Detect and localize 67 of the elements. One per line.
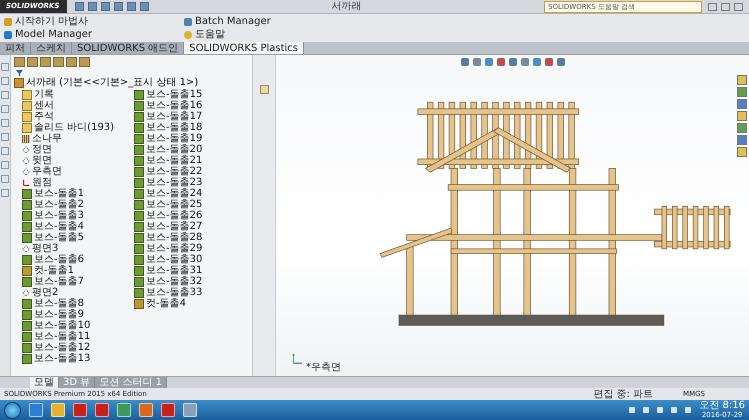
tree-item[interactable]: 보스-돌출2 (22, 199, 134, 210)
tree-item[interactable]: 센서 (22, 100, 134, 111)
tree-item[interactable]: 보스-돌출11 (22, 331, 134, 342)
origin-icon (22, 178, 30, 186)
ribbon-command[interactable]: 시작하기 마법사 (4, 15, 184, 28)
tree-item[interactable]: 보스-돌출24 (134, 188, 246, 199)
tree-item[interactable]: 원점 (22, 177, 134, 188)
axis-triad-icon (290, 352, 304, 366)
tree-item[interactable]: 보스-돌출3 (22, 210, 134, 221)
plane-icon (22, 288, 30, 296)
tree-item[interactable]: 보스-돌출12 (22, 342, 134, 353)
start-button[interactable] (4, 402, 21, 418)
ribbon-tab[interactable]: 피처 (0, 42, 31, 54)
plane-icon (22, 244, 30, 252)
ribbon-command[interactable]: Model Manager (4, 28, 184, 41)
tree-item[interactable]: 보스-돌출9 (22, 309, 134, 320)
tree-item[interactable]: 보스-돌출1 (22, 188, 134, 199)
tree-item[interactable]: 보스-돌출21 (134, 155, 246, 166)
tree-item[interactable]: 소나무 (22, 133, 134, 144)
filter-icon[interactable] (16, 70, 23, 76)
tree-item[interactable]: 보스-돌출29 (134, 243, 246, 254)
tree-item[interactable]: 정면 (22, 144, 134, 155)
ribbon-tab[interactable]: SOLIDWORKS 애드인 (72, 42, 184, 54)
tree-item[interactable]: 컷-돌출1 (22, 265, 134, 276)
tree-item[interactable]: 우측면 (22, 166, 134, 177)
tree-item[interactable]: 보스-돌출8 (22, 298, 134, 309)
tree-item[interactable]: 평면3 (22, 243, 134, 254)
tree-item[interactable]: 보스-돌출18 (134, 122, 246, 133)
tree-item[interactable]: 보스-돌출27 (134, 221, 246, 232)
tree-item[interactable]: 컷-돌출4 (134, 298, 246, 309)
material-icon (22, 134, 30, 142)
bottom-tab[interactable]: 모델 (30, 377, 59, 388)
view-label: *우측면 (306, 361, 341, 374)
tree-item[interactable]: 보스-돌출15 (134, 89, 246, 100)
clock-time[interactable]: 오전 8:16 (699, 400, 745, 410)
tree-item[interactable]: 보스-돌출33 (134, 287, 246, 298)
ribbon-tab[interactable]: SOLIDWORKS Plastics (184, 42, 304, 54)
tree-item[interactable]: 보스-돌출19 (134, 133, 246, 144)
tree-item[interactable]: 평면2 (22, 287, 134, 298)
editing-status: 편집 중: 파트 (593, 388, 654, 401)
tree-item[interactable]: 주석 (22, 111, 134, 122)
tree-item[interactable]: 보스-돌출32 (134, 276, 246, 287)
tree-item[interactable]: 보스-돌출30 (134, 254, 246, 265)
tree-item[interactable]: 보스-돌출4 (22, 221, 134, 232)
ribbon-command[interactable]: Batch Manager (184, 15, 304, 28)
tree-item[interactable]: 보스-돌출16 (134, 100, 246, 111)
tree-item[interactable]: 기록 (22, 89, 134, 100)
tree-item[interactable]: 보스-돌출28 (134, 232, 246, 243)
tree-item[interactable]: 보스-돌출5 (22, 232, 134, 243)
window-title: 서까래 (330, 0, 363, 12)
tree-item[interactable]: 솔리드 바디(193) (22, 122, 134, 133)
ribbon-tab[interactable]: 스케치 (31, 42, 72, 54)
graphics-area[interactable]: *우측면 (276, 55, 749, 376)
tree-item[interactable]: 보스-돌출6 (22, 254, 134, 265)
tree-item[interactable]: 보스-돌출10 (22, 320, 134, 331)
tree-item[interactable]: 보스-돌출13 (22, 353, 134, 364)
tree-item[interactable]: 보스-돌출7 (22, 276, 134, 287)
tree-item[interactable]: 보스-돌출23 (134, 177, 246, 188)
tree-item[interactable]: 보스-돌출17 (134, 111, 246, 122)
tree-item[interactable]: 보스-돌출22 (134, 166, 246, 177)
tree-item[interactable]: 윗면 (22, 155, 134, 166)
tree-item[interactable]: 보스-돌출31 (134, 265, 246, 276)
tree-item[interactable]: 보스-돌출20 (134, 144, 246, 155)
tree-item[interactable]: 보스-돌출25 (134, 199, 246, 210)
ribbon-command[interactable]: 도움말 (184, 28, 304, 41)
tree-item[interactable]: 보스-돌출26 (134, 210, 246, 221)
tree-item[interactable]: 서까래 (기본<<기본>_표시 상태 1>) (14, 77, 252, 89)
